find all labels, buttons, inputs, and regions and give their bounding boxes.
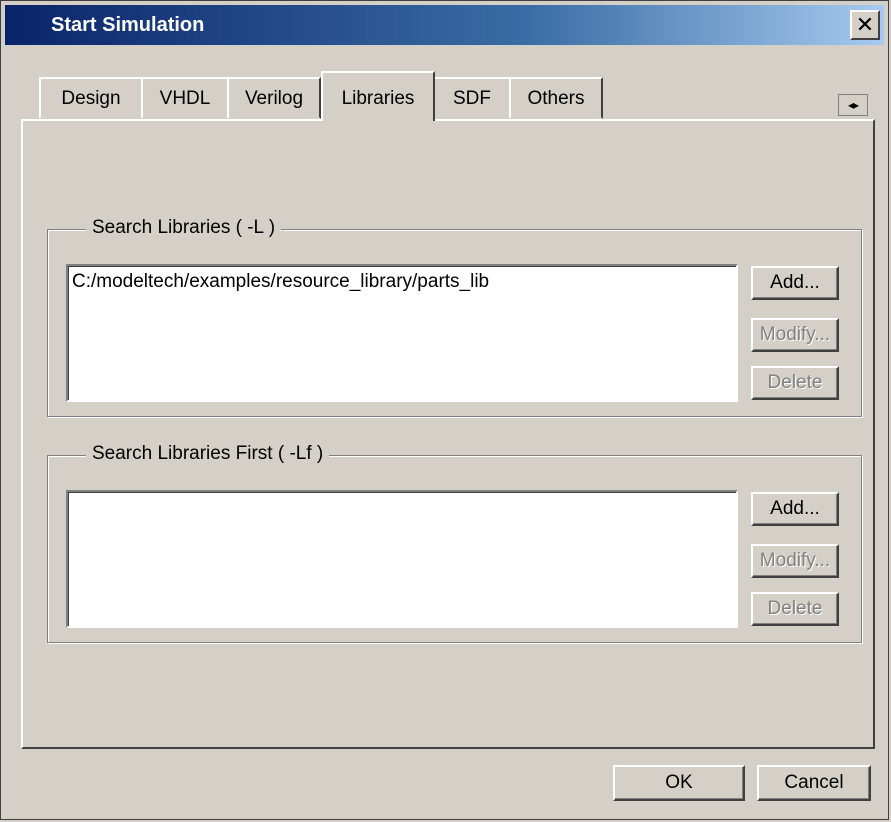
tab-verilog[interactable]: Verilog: [227, 77, 321, 119]
delete-search-library-first-button[interactable]: Delete: [751, 592, 839, 626]
tab-label: Design: [61, 88, 121, 109]
close-icon: ✕: [855, 12, 875, 37]
button-label: Delete: [767, 372, 823, 393]
tab-label: Libraries: [341, 88, 415, 109]
tab-vhdl[interactable]: VHDL: [141, 77, 229, 119]
window-title: Start Simulation: [51, 14, 205, 36]
search-libraries-list[interactable]: C:/modeltech/examples/resource_library/p…: [66, 264, 738, 402]
ok-button[interactable]: OK: [613, 765, 745, 801]
button-label: Delete: [767, 598, 823, 619]
tab-scroll-control[interactable]: ◂▸: [838, 94, 868, 116]
tab-sdf[interactable]: SDF: [433, 77, 511, 119]
add-search-library-first-button[interactable]: Add...: [751, 492, 839, 526]
start-simulation-dialog: Start Simulation ✕ Design VHDL Verilog L…: [0, 0, 889, 820]
cancel-button[interactable]: Cancel: [757, 765, 871, 801]
button-label: OK: [665, 772, 693, 793]
close-button[interactable]: ✕: [850, 10, 880, 40]
delete-search-library-button[interactable]: Delete: [751, 366, 839, 400]
tab-label: Others: [527, 88, 585, 109]
search-libraries-group: Search Libraries ( -L ) C:/modeltech/exa…: [47, 216, 862, 417]
modify-search-library-button[interactable]: Modify...: [751, 318, 839, 352]
modify-search-library-first-button[interactable]: Modify...: [751, 544, 839, 578]
search-libraries-first-label: Search Libraries First ( -Lf ): [86, 442, 330, 466]
list-item[interactable]: C:/modeltech/examples/resource_library/p…: [72, 270, 732, 294]
button-label: Add...: [770, 272, 820, 293]
button-label: Modify...: [759, 550, 831, 571]
search-libraries-label: Search Libraries ( -L ): [86, 216, 282, 240]
tab-label: Verilog: [244, 88, 304, 109]
search-libraries-first-group: Search Libraries First ( -Lf ) Add... Mo…: [47, 442, 862, 643]
tab-libraries[interactable]: Libraries: [321, 71, 435, 121]
title-bar[interactable]: Start Simulation ✕: [5, 5, 884, 45]
add-search-library-button[interactable]: Add...: [751, 266, 839, 300]
tab-others[interactable]: Others: [509, 77, 603, 119]
search-libraries-first-list[interactable]: [66, 490, 738, 628]
button-label: Modify...: [759, 324, 831, 345]
button-label: Cancel: [784, 772, 844, 793]
tab-label: VHDL: [159, 88, 211, 109]
tab-design[interactable]: Design: [39, 77, 143, 119]
tab-label: SDF: [453, 88, 491, 109]
chevron-right-icon[interactable]: ▸: [853, 98, 859, 112]
button-label: Add...: [770, 498, 820, 519]
libraries-tab-panel: [21, 119, 875, 749]
